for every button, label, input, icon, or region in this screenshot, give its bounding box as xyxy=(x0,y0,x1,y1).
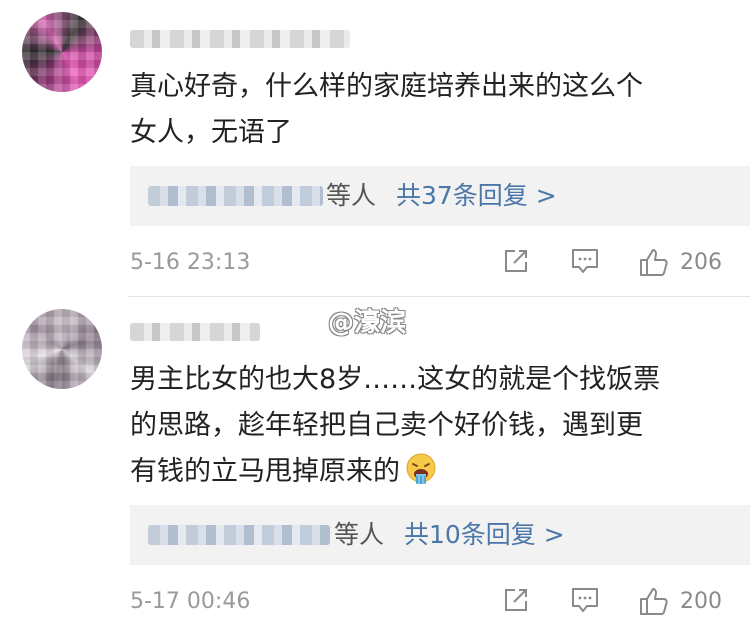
share-icon[interactable] xyxy=(502,586,530,614)
reply-count-link[interactable]: 共37条回复 > xyxy=(396,180,557,212)
comment-text: 男主比女的也大8岁……这女的就是个找饭票 的思路，趁年轻把自己卖个好价钱，遇到更… xyxy=(130,357,720,495)
timestamp: 5-17 00:46 xyxy=(130,589,251,614)
reply-summary[interactable]: 等人 共37条回复 > xyxy=(130,166,750,226)
comment-text: 真心好奇，什么样的家庭培养出来的这么个 女人，无语了 xyxy=(130,71,643,148)
comment-text-content: 男主比女的也大8岁……这女的就是个找饭票 的思路，趁年轻把自己卖个好价钱，遇到更… xyxy=(130,364,661,487)
vomit-emoji-icon xyxy=(406,453,436,484)
username-blurred[interactable] xyxy=(130,323,260,341)
timestamp: 5-16 23:13 xyxy=(130,250,251,275)
reply-count-link[interactable]: 共10条回复 > xyxy=(404,519,565,551)
like-count: 206 xyxy=(680,250,722,275)
like-icon[interactable] xyxy=(638,247,670,277)
comment-item: 男主比女的也大8岁……这女的就是个找饭票 的思路，趁年轻把自己卖个好价钱，遇到更… xyxy=(0,297,750,630)
comment-item: 真心好奇，什么样的家庭培养出来的这么个 女人，无语了 等人 共37条回复 > 5… xyxy=(0,0,750,296)
reply-summary[interactable]: 等人 共10条回复 > xyxy=(130,505,750,565)
reply-suffix: 等人 xyxy=(326,181,377,210)
reply-names-blurred xyxy=(148,186,323,206)
username-blurred[interactable] xyxy=(130,30,350,48)
comment-icon[interactable] xyxy=(570,586,600,614)
reply-names-blurred xyxy=(148,525,330,545)
share-icon[interactable] xyxy=(502,247,530,275)
comment-icon[interactable] xyxy=(570,247,600,275)
like-count: 200 xyxy=(680,589,722,614)
avatar[interactable] xyxy=(22,309,102,389)
like-icon[interactable] xyxy=(638,586,670,616)
avatar[interactable] xyxy=(22,12,102,92)
reply-suffix: 等人 xyxy=(334,520,385,549)
